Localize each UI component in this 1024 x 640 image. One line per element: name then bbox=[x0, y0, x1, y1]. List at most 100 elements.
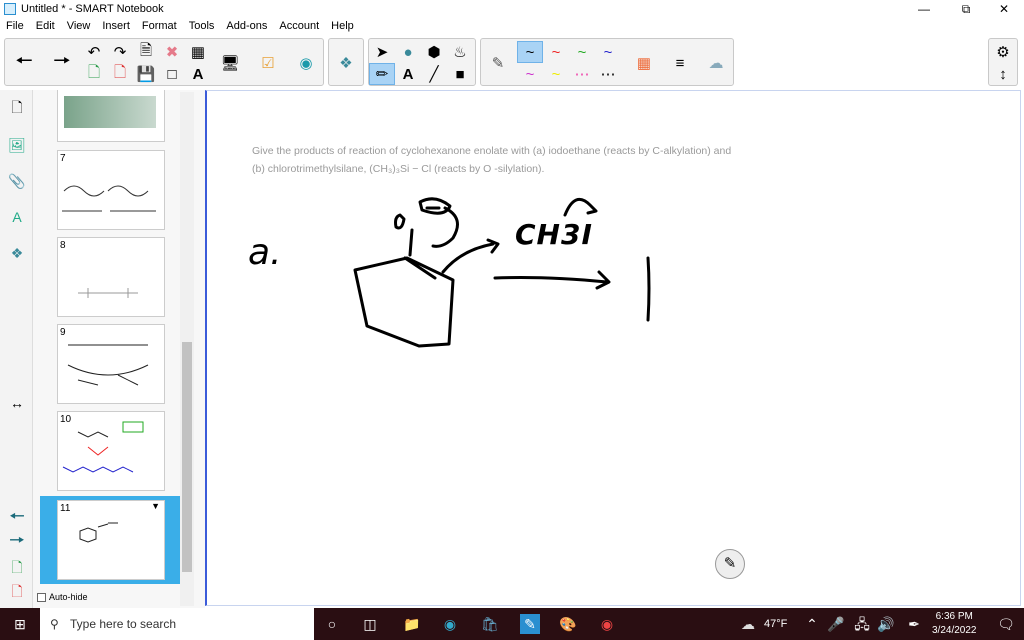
pen-mode-button[interactable]: ✎ bbox=[715, 549, 745, 579]
network-icon[interactable]: 🖧 bbox=[852, 614, 872, 634]
previous-page-icon[interactable]: 🠔 bbox=[7, 506, 27, 530]
pen-blue[interactable]: ~ bbox=[595, 41, 621, 63]
properties-tab-icon[interactable]: A bbox=[7, 206, 27, 228]
color-palette-icon[interactable]: ▦ bbox=[631, 52, 657, 74]
move-toolbar-icon[interactable]: ↕ bbox=[990, 63, 1016, 85]
pen-black[interactable]: ~ bbox=[517, 41, 543, 63]
table-button[interactable]: ▦ bbox=[185, 41, 211, 63]
pen-green[interactable]: ~ bbox=[569, 41, 595, 63]
page-thumbnail-10[interactable]: 10 bbox=[57, 411, 165, 491]
sorter-scrollbar[interactable] bbox=[180, 92, 194, 606]
page-thumbnail-6[interactable] bbox=[57, 90, 165, 142]
handwritten-drawing bbox=[353, 197, 651, 348]
attachments-tab-icon[interactable]: 📎 bbox=[7, 170, 27, 192]
effects-icon[interactable]: ☁ bbox=[703, 52, 729, 74]
line-tool[interactable]: ╱ bbox=[421, 63, 447, 85]
auto-hide-checkbox[interactable]: Auto-hide bbox=[37, 592, 88, 602]
smart-lab-button[interactable]: ◉ bbox=[293, 52, 319, 74]
pen-ink-icon[interactable]: ✒ bbox=[904, 614, 924, 634]
clock[interactable]: 6:36 PM 3/24/2022 bbox=[932, 610, 977, 638]
search-icon: ⚲ bbox=[50, 617, 59, 631]
gallery-tab-icon[interactable]: 🖼 bbox=[7, 134, 27, 156]
notifications-icon[interactable]: 🗨 bbox=[996, 614, 1016, 634]
close-button[interactable]: ✕ bbox=[984, 0, 1024, 18]
redo-button[interactable]: ↷ bbox=[107, 41, 133, 63]
chrome-icon[interactable]: ◉ bbox=[597, 614, 617, 634]
puzzle-icon[interactable]: ❖ bbox=[333, 52, 359, 74]
microphone-icon[interactable]: 🎤 bbox=[826, 614, 846, 634]
add-page-button[interactable]: 🗋 bbox=[81, 63, 107, 85]
minimize-button[interactable]: — bbox=[904, 0, 944, 18]
next-page-button[interactable]: 🠖 bbox=[49, 50, 75, 74]
menu-addons[interactable]: Add-ons bbox=[220, 18, 273, 34]
cortana-icon[interactable]: ○ bbox=[322, 614, 342, 634]
line-style-icon[interactable]: ≡ bbox=[667, 52, 693, 74]
text-properties-button[interactable]: A bbox=[185, 63, 211, 85]
checkbox-box[interactable] bbox=[37, 592, 46, 602]
thumbnail-sketch bbox=[67, 344, 149, 386]
page-sorter-tab-icon[interactable]: 🗋 bbox=[7, 98, 27, 120]
taskbar-search-box[interactable]: ⚲ Type here to search bbox=[40, 608, 314, 640]
undo-button[interactable]: ↶ bbox=[81, 41, 107, 63]
menu-help[interactable]: Help bbox=[325, 18, 360, 34]
gear-icon[interactable]: ⚙ bbox=[990, 41, 1016, 63]
weather-temperature[interactable]: 47°F bbox=[764, 618, 787, 630]
delete-page-icon[interactable]: 🗋 bbox=[7, 582, 27, 604]
store-icon[interactable]: 🛍 bbox=[480, 614, 500, 634]
menu-account[interactable]: Account bbox=[273, 18, 325, 34]
page-thumbnail-8[interactable]: 8 bbox=[57, 237, 165, 317]
regular-polygon-tool[interactable]: ⬢ bbox=[421, 41, 447, 63]
response-button[interactable]: ☑ bbox=[255, 52, 281, 74]
menu-tools[interactable]: Tools bbox=[183, 18, 221, 34]
thumbnail-image bbox=[64, 96, 156, 128]
save-button[interactable]: 💾 bbox=[133, 63, 159, 85]
restore-button[interactable]: ⧉ bbox=[946, 0, 986, 18]
task-view-icon[interactable]: ◫ bbox=[360, 614, 380, 634]
side-tabs: 🗋 🖼 📎 A ❖ ↔ 🠔 🠖 🗋 🗋 bbox=[0, 90, 33, 608]
menu-edit[interactable]: Edit bbox=[30, 18, 61, 34]
app-icon bbox=[4, 3, 16, 15]
page-thumbnail-9[interactable]: 9 bbox=[57, 324, 165, 404]
menu-file[interactable]: File bbox=[0, 18, 30, 34]
pen-pink-dashed[interactable]: ⋯ bbox=[569, 63, 595, 85]
previous-page-button[interactable]: 🠔 bbox=[11, 50, 37, 74]
eraser-tool[interactable]: ■ bbox=[447, 63, 473, 85]
pen-yellow[interactable]: ~ bbox=[543, 63, 569, 85]
chevron-up-icon[interactable]: ⌃ bbox=[802, 614, 822, 634]
screen-shade-button[interactable]: □ bbox=[159, 63, 185, 85]
thumbnail-sketch bbox=[78, 288, 138, 298]
add-page-icon[interactable]: 🗋 bbox=[7, 558, 27, 580]
weather-icon: ☁ bbox=[741, 616, 755, 632]
page-thumbnail-7[interactable]: 7 bbox=[57, 150, 165, 230]
next-page-icon[interactable]: 🠖 bbox=[7, 530, 27, 554]
page-menu-chevron-icon[interactable]: ▼ bbox=[151, 501, 160, 511]
pen-magenta[interactable]: ~ bbox=[517, 63, 543, 85]
menu-view[interactable]: View bbox=[61, 18, 97, 34]
handwriting-reagent: CH3I bbox=[515, 218, 593, 251]
document-camera-button[interactable]: 🖥 bbox=[217, 52, 243, 74]
volume-icon[interactable]: 🔊 bbox=[876, 614, 896, 634]
menu-insert[interactable]: Insert bbox=[96, 18, 136, 34]
shapes-tool[interactable]: ● bbox=[395, 41, 421, 63]
windows-start-icon[interactable]: ⊞ bbox=[10, 614, 30, 634]
edge-icon[interactable]: ◉ bbox=[440, 614, 460, 634]
text-tool[interactable]: A bbox=[395, 63, 421, 85]
select-tool[interactable]: ➤ bbox=[369, 41, 395, 63]
smart-notebook-taskbar-icon[interactable]: ✎ bbox=[520, 614, 540, 634]
pen-icon[interactable]: ✎ bbox=[485, 52, 511, 74]
resize-icon[interactable]: ↔ bbox=[7, 392, 27, 414]
window-title: Untitled * - SMART Notebook bbox=[21, 3, 164, 15]
page-thumbnail-11[interactable]: 11 ▼ bbox=[57, 500, 165, 580]
fill-tool[interactable]: ♨ bbox=[447, 41, 473, 63]
menu-format[interactable]: Format bbox=[136, 18, 183, 34]
paint-icon[interactable]: 🎨 bbox=[558, 614, 578, 634]
pen-black-dashed[interactable]: ⋯ bbox=[595, 63, 621, 85]
pen-red[interactable]: ~ bbox=[543, 41, 569, 63]
pens-tool[interactable]: ✏ bbox=[369, 63, 395, 85]
addons-tab-icon[interactable]: ❖ bbox=[7, 242, 27, 264]
file-explorer-icon[interactable]: 📁 bbox=[402, 614, 422, 634]
paste-icon[interactable]: 🗎 bbox=[133, 41, 159, 63]
delete-page-button[interactable]: 🗋 bbox=[107, 63, 133, 85]
scrollbar-thumb[interactable] bbox=[182, 342, 192, 572]
delete-button[interactable]: ✖ bbox=[159, 41, 185, 63]
